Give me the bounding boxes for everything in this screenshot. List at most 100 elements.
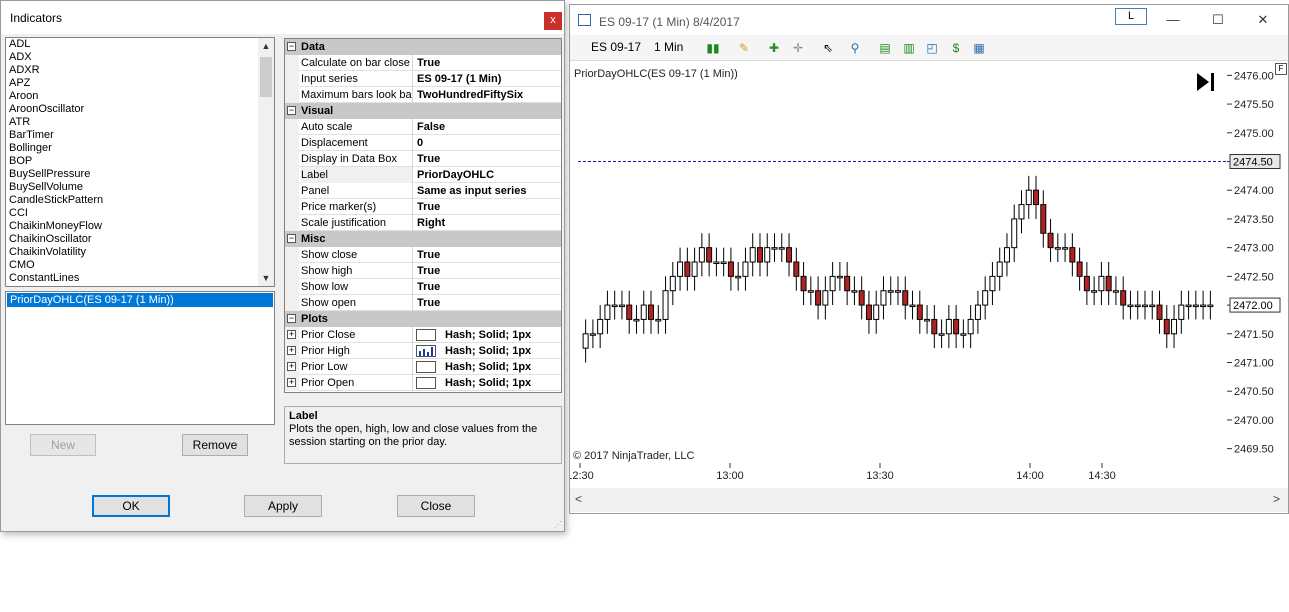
property-row[interactable]: Show high True bbox=[285, 263, 561, 279]
property-value[interactable]: True bbox=[417, 151, 561, 167]
scrollbar-thumb[interactable] bbox=[260, 57, 272, 97]
property-value[interactable]: Hash; Solid; 1px bbox=[445, 359, 531, 375]
close-button[interactable]: Close bbox=[397, 495, 475, 517]
plot-swatch[interactable] bbox=[416, 361, 436, 373]
new-button[interactable]: New bbox=[30, 434, 96, 456]
property-value[interactable]: Hash; Solid; 1px bbox=[445, 327, 531, 343]
candle-body bbox=[1192, 304, 1199, 308]
indicator-list-item[interactable]: CCI bbox=[6, 207, 274, 220]
plot-swatch[interactable] bbox=[416, 329, 436, 341]
indicator-list[interactable]: ADL ADX ADXR APZ Aroon AroonOscillator ATR BarT… bbox=[5, 37, 275, 287]
candle-body bbox=[1062, 247, 1069, 250]
indicator-list-scrollbar[interactable]: ▲ ▼ bbox=[258, 38, 274, 286]
chevron-down-icon[interactable]: ▼ bbox=[258, 270, 274, 286]
property-grid[interactable]: − Data Calculate on bar close True Input ser… bbox=[284, 38, 562, 393]
indicator-list-item[interactable]: CMO bbox=[6, 259, 274, 272]
indicator-list-item[interactable]: CandleStickPattern bbox=[6, 194, 274, 207]
property-row[interactable]: Show open True bbox=[285, 295, 561, 311]
property-row[interactable]: Auto scale False bbox=[285, 119, 561, 135]
f-badge[interactable]: F bbox=[1275, 63, 1287, 75]
property-value[interactable]: Same as input series bbox=[417, 183, 561, 199]
indicator-list-item[interactable]: AroonOscillator bbox=[6, 103, 274, 116]
indicator-list-item[interactable]: ADL bbox=[6, 38, 274, 51]
indicator-list-item[interactable]: Aroon bbox=[6, 90, 274, 103]
property-value[interactable]: True bbox=[417, 247, 561, 263]
property-row[interactable]: + Prior Open Hash; Solid; 1px bbox=[285, 375, 561, 391]
x-tick-label: 14:30 bbox=[1088, 470, 1116, 482]
category-label: Data bbox=[301, 41, 325, 53]
candle-body bbox=[589, 333, 596, 336]
property-value[interactable]: Hash; Solid; 1px bbox=[445, 375, 531, 391]
close-icon[interactable]: x bbox=[544, 12, 562, 30]
indicator-list-item[interactable]: Bollinger bbox=[6, 142, 274, 155]
property-value[interactable]: False bbox=[417, 119, 561, 135]
indicator-list-item[interactable]: BarTimer bbox=[6, 129, 274, 142]
x-tick-label: 12:30 bbox=[570, 470, 594, 482]
candle-body bbox=[597, 318, 604, 335]
candle-body bbox=[1098, 275, 1105, 292]
plot-swatch[interactable] bbox=[416, 345, 436, 357]
indicator-list-item[interactable]: ChaikinOscillator bbox=[6, 233, 274, 246]
x-tick-label: 13:30 bbox=[866, 470, 894, 482]
property-value[interactable]: True bbox=[417, 295, 561, 311]
property-category[interactable]: − Visual bbox=[285, 103, 561, 119]
expand-icon[interactable]: + bbox=[287, 346, 296, 355]
collapse-icon[interactable]: − bbox=[287, 234, 296, 243]
property-row[interactable]: Panel Same as input series bbox=[285, 183, 561, 199]
property-row[interactable]: Label PriorDayOHLC bbox=[285, 167, 561, 183]
property-value[interactable]: True bbox=[417, 55, 561, 71]
chevron-left-icon[interactable]: < bbox=[575, 492, 582, 506]
property-value[interactable]: True bbox=[417, 279, 561, 295]
property-row[interactable]: Scale justification Right bbox=[285, 215, 561, 231]
indicator-list-item[interactable]: ADX bbox=[6, 51, 274, 64]
indicator-list-item[interactable]: BuySellVolume bbox=[6, 181, 274, 194]
property-value[interactable]: True bbox=[417, 263, 561, 279]
property-row[interactable]: Display in Data Box True bbox=[285, 151, 561, 167]
expand-icon[interactable]: + bbox=[287, 362, 296, 371]
collapse-icon[interactable]: − bbox=[287, 106, 296, 115]
property-category[interactable]: − Data bbox=[285, 39, 561, 55]
property-row[interactable]: Displacement 0 bbox=[285, 135, 561, 151]
indicator-list-item[interactable]: ConstantLines bbox=[6, 272, 274, 285]
property-value[interactable]: Hash; Solid; 1px bbox=[445, 343, 531, 359]
expand-icon[interactable]: + bbox=[287, 330, 296, 339]
indicator-list-item[interactable]: ChaikinVolatility bbox=[6, 246, 274, 259]
property-value[interactable]: Right bbox=[417, 215, 561, 231]
apply-button[interactable]: Apply bbox=[244, 495, 322, 517]
indicator-list-item[interactable]: ChaikinMoneyFlow bbox=[6, 220, 274, 233]
plot-swatch[interactable] bbox=[416, 377, 436, 389]
configured-indicators-list[interactable]: PriorDayOHLC(ES 09-17 (1 Min)) bbox=[5, 291, 275, 425]
remove-button[interactable]: Remove bbox=[182, 434, 248, 456]
property-row[interactable]: + Prior High Hash; Solid; 1px bbox=[285, 343, 561, 359]
property-value[interactable]: ES 09-17 (1 Min) bbox=[417, 71, 561, 87]
ok-button[interactable]: OK bbox=[92, 495, 170, 517]
indicator-list-item[interactable]: BuySellPressure bbox=[6, 168, 274, 181]
expand-icon[interactable]: + bbox=[287, 378, 296, 387]
indicator-list-item[interactable]: ATR bbox=[6, 116, 274, 129]
property-value[interactable]: TwoHundredFiftySix bbox=[417, 87, 561, 103]
indicator-list-item[interactable]: BOP bbox=[6, 155, 274, 168]
property-category[interactable]: − Misc bbox=[285, 231, 561, 247]
property-row[interactable]: Calculate on bar close True bbox=[285, 55, 561, 71]
collapse-icon[interactable]: − bbox=[287, 42, 296, 51]
property-row[interactable]: Show close True bbox=[285, 247, 561, 263]
resize-grip-icon[interactable]: ⋰ bbox=[554, 520, 562, 529]
property-row[interactable]: Input series ES 09-17 (1 Min) bbox=[285, 71, 561, 87]
property-category[interactable]: − Plots bbox=[285, 311, 561, 327]
configured-indicator-item[interactable]: PriorDayOHLC(ES 09-17 (1 Min)) bbox=[7, 293, 273, 307]
chevron-right-icon[interactable]: > bbox=[1273, 492, 1280, 506]
chart-scrollbar[interactable]: < > bbox=[570, 488, 1288, 512]
indicator-list-item[interactable]: APZ bbox=[6, 77, 274, 90]
candle-body bbox=[1076, 261, 1083, 277]
chevron-up-icon[interactable]: ▲ bbox=[258, 38, 274, 54]
property-row[interactable]: + Prior Close Hash; Solid; 1px bbox=[285, 327, 561, 343]
indicator-list-item[interactable]: ADXR bbox=[6, 64, 274, 77]
property-value[interactable]: 0 bbox=[417, 135, 561, 151]
property-value[interactable]: PriorDayOHLC bbox=[417, 167, 561, 183]
property-row[interactable]: Show low True bbox=[285, 279, 561, 295]
property-value[interactable]: True bbox=[417, 199, 561, 215]
collapse-icon[interactable]: − bbox=[287, 314, 296, 323]
property-row[interactable]: + Prior Low Hash; Solid; 1px bbox=[285, 359, 561, 375]
property-row[interactable]: Price marker(s) True bbox=[285, 199, 561, 215]
property-row[interactable]: Maximum bars look ba TwoHundredFiftySix bbox=[285, 87, 561, 103]
